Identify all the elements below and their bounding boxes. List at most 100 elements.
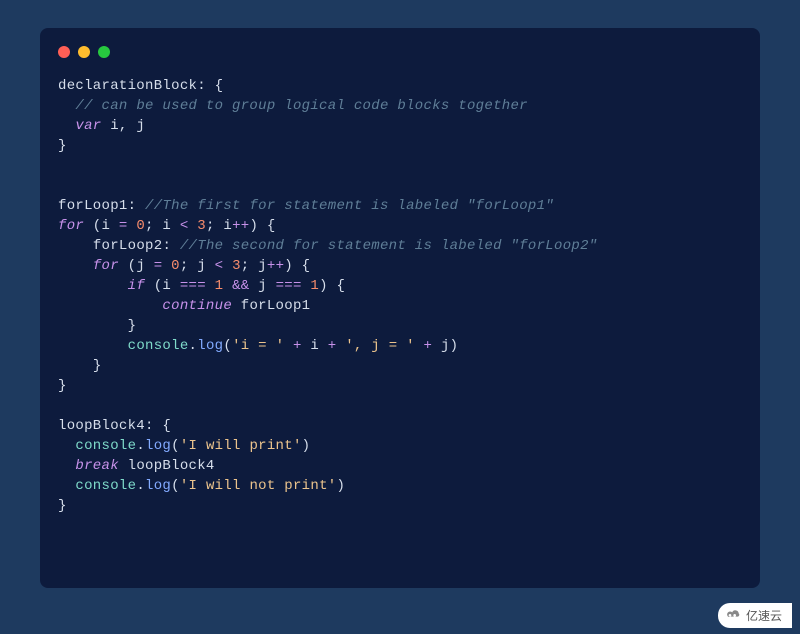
code-token: j	[249, 278, 275, 294]
code-token: forLoop2	[93, 238, 163, 254]
code-token	[58, 298, 162, 314]
code-token: //The first for statement is labeled "fo…	[145, 198, 554, 214]
minimize-icon[interactable]	[78, 46, 90, 58]
code-token: }	[128, 318, 137, 334]
code-token	[58, 318, 128, 334]
code-token: forLoop1	[232, 298, 310, 314]
code-token: loopBlock4	[119, 458, 215, 474]
code-token: 3	[232, 258, 241, 274]
code-token: (j	[119, 258, 154, 274]
code-token: log	[145, 478, 171, 494]
maximize-icon[interactable]	[98, 46, 110, 58]
code-token: ===	[276, 278, 302, 294]
code-token: +	[319, 338, 345, 354]
code-token: (i	[84, 218, 119, 234]
code-token: :	[162, 238, 179, 254]
code-token: ; i	[145, 218, 180, 234]
code-token: ; j	[180, 258, 215, 274]
code-token	[223, 278, 232, 294]
code-token: for	[58, 218, 84, 234]
code-token: (i	[145, 278, 180, 294]
code-token: 'I will print'	[180, 438, 302, 454]
code-token: :	[197, 78, 214, 94]
code-token: ; j	[241, 258, 267, 274]
watermark-text: 亿速云	[746, 607, 782, 624]
code-token: }	[58, 138, 67, 154]
code-token: break	[75, 458, 119, 474]
code-token: declarationBlock	[58, 78, 197, 94]
code-token	[58, 98, 75, 114]
code-token: console	[75, 478, 136, 494]
code-token: )	[302, 438, 311, 454]
code-token: .	[136, 438, 145, 454]
code-token: console	[128, 338, 189, 354]
code-token: loopBlock4	[58, 418, 145, 434]
code-token	[223, 258, 232, 274]
code-token: {	[162, 418, 171, 434]
code-token: var	[75, 118, 101, 134]
code-token: }	[58, 378, 67, 394]
cloud-icon	[726, 608, 742, 623]
code-token: 0	[171, 258, 180, 274]
code-token: console	[75, 438, 136, 454]
code-token: ) {	[319, 278, 345, 294]
code-token: continue	[162, 298, 232, 314]
code-token	[206, 278, 215, 294]
code-token	[58, 338, 128, 354]
code-token: 3	[197, 218, 206, 234]
code-token: =	[119, 218, 128, 234]
code-token: +	[415, 338, 441, 354]
code-token: if	[128, 278, 145, 294]
code-token: .	[189, 338, 198, 354]
watermark: 亿速云	[718, 603, 792, 628]
code-token: ++	[232, 218, 249, 234]
code-token: i, j	[102, 118, 146, 134]
code-token	[58, 258, 93, 274]
code-token: (	[171, 478, 180, 494]
code-token: ++	[267, 258, 284, 274]
code-token	[58, 478, 75, 494]
code-token: +	[284, 338, 310, 354]
code-token: for	[93, 258, 119, 274]
code-token: //The second for statement is labeled "f…	[180, 238, 598, 254]
code-token: forLoop1	[58, 198, 128, 214]
code-token: .	[136, 478, 145, 494]
code-token: }	[58, 498, 67, 514]
code-token	[162, 258, 171, 274]
code-token: {	[215, 78, 224, 94]
code-token: )	[450, 338, 459, 354]
code-token: ) {	[284, 258, 310, 274]
traffic-lights	[58, 46, 742, 58]
code-token: &&	[232, 278, 249, 294]
code-token: log	[197, 338, 223, 354]
code-token	[58, 238, 93, 254]
code-token: // can be used to group logical code blo…	[75, 98, 527, 114]
code-token: log	[145, 438, 171, 454]
code-area: declarationBlock: { // can be used to gr…	[58, 76, 742, 516]
code-token: (	[171, 438, 180, 454]
code-token	[58, 118, 75, 134]
code-token: <	[180, 218, 189, 234]
code-token: :	[145, 418, 162, 434]
code-token	[58, 358, 93, 374]
code-token: 'i = '	[232, 338, 284, 354]
close-icon[interactable]	[58, 46, 70, 58]
code-window: declarationBlock: { // can be used to gr…	[40, 28, 760, 588]
code-token: }	[93, 358, 102, 374]
code-token: 'I will not print'	[180, 478, 337, 494]
code-token: (	[223, 338, 232, 354]
code-token: ', j = '	[345, 338, 415, 354]
code-token	[58, 438, 75, 454]
code-token	[58, 278, 128, 294]
code-token	[189, 218, 198, 234]
code-token: j	[441, 338, 450, 354]
code-token	[58, 458, 75, 474]
code-token: ===	[180, 278, 206, 294]
code-token: ; i	[206, 218, 232, 234]
code-token: :	[128, 198, 145, 214]
code-token: i	[310, 338, 319, 354]
code-token: )	[336, 478, 345, 494]
code-token: 1	[310, 278, 319, 294]
code-token: 0	[136, 218, 145, 234]
code-token: ) {	[249, 218, 275, 234]
